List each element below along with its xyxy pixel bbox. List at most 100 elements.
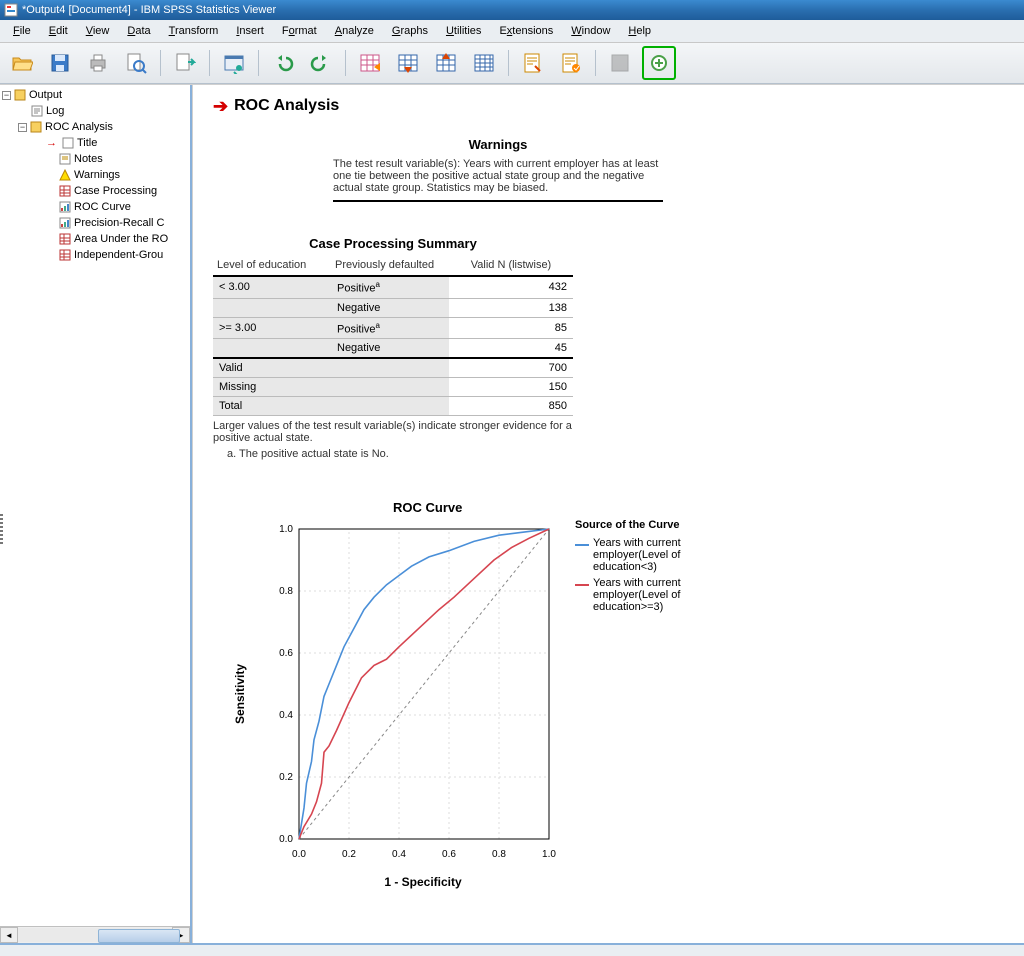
svg-text:0.8: 0.8 xyxy=(492,849,506,860)
variables-icon[interactable] xyxy=(468,47,500,79)
cps-sum-n: 700 xyxy=(449,358,573,378)
menu-analyze[interactable]: Analyze xyxy=(326,23,383,39)
tree-auc[interactable]: Area Under the RO xyxy=(2,231,190,247)
collapse-icon[interactable]: − xyxy=(18,123,27,132)
scroll-left-icon[interactable]: ◄ xyxy=(0,927,18,943)
cps-lvl: >= 3.00 xyxy=(213,317,331,339)
roc-ylabel: Sensitivity xyxy=(233,664,247,724)
run-script-icon[interactable] xyxy=(555,47,587,79)
table-row: Missing150 xyxy=(213,378,573,397)
tree-log[interactable]: Log xyxy=(2,103,190,119)
cps-col1: Level of education xyxy=(213,255,331,276)
window-title: *Output4 [Document4] - IBM SPSS Statisti… xyxy=(22,4,276,16)
splitter-handle[interactable] xyxy=(0,514,3,544)
save-icon[interactable] xyxy=(44,47,76,79)
menubar: File Edit View Data Transform Insert For… xyxy=(0,20,1024,43)
cps-sum-label: Valid xyxy=(213,358,331,378)
tree-roc[interactable]: − ROC Analysis xyxy=(2,119,190,135)
tree-item-label: Independent-Grou xyxy=(74,249,163,261)
svg-text:0.8: 0.8 xyxy=(279,586,293,597)
tree-item-label: Title xyxy=(77,137,97,149)
cps-state: Positivea xyxy=(331,276,449,298)
red-arrow-icon: → xyxy=(46,137,57,149)
legend-swatch xyxy=(575,544,589,546)
cps-table: Level of education Previously defaulted … xyxy=(213,255,573,416)
roc-legend: Source of the Curve Years with current e… xyxy=(575,519,715,869)
svg-text:0.6: 0.6 xyxy=(442,849,456,860)
svg-text:0.0: 0.0 xyxy=(279,834,293,845)
scroll-thumb[interactable] xyxy=(98,929,180,943)
collapse-icon[interactable]: − xyxy=(2,91,11,100)
table-row: < 3.00Positivea432 xyxy=(213,276,573,298)
cps-sum-label: Missing xyxy=(213,378,331,397)
create-new-icon[interactable] xyxy=(642,46,676,80)
menu-view[interactable]: View xyxy=(77,23,119,39)
tree-item-label: Area Under the RO xyxy=(74,233,168,245)
output-viewer[interactable]: ➔ ROC Analysis Warnings The test result … xyxy=(192,85,1024,943)
tree-item-label: Warnings xyxy=(74,169,120,181)
status-bar xyxy=(0,943,1024,956)
recall-dialog-icon[interactable] xyxy=(218,47,250,79)
notes-icon xyxy=(58,152,72,166)
cps-n: 432 xyxy=(449,276,573,298)
table-row: Valid 700 xyxy=(213,358,573,378)
print-preview-icon[interactable] xyxy=(120,47,152,79)
legend-label: Years with current employer(Level of edu… xyxy=(593,537,715,573)
roc-chart-block: ROC Curve Sensitivity 0.00.20.40.60.81.0… xyxy=(233,500,1004,889)
export-icon[interactable] xyxy=(169,47,201,79)
legend-item: Years with current employer(Level of edu… xyxy=(575,577,715,613)
title-icon xyxy=(61,136,75,150)
menu-edit[interactable]: Edit xyxy=(40,23,77,39)
select-last-output-icon[interactable] xyxy=(517,47,549,79)
menu-transform[interactable]: Transform xyxy=(160,23,228,39)
outline-hscrollbar[interactable]: ◄ ► xyxy=(0,926,190,943)
menu-utilities[interactable]: Utilities xyxy=(437,23,490,39)
goto-case-icon[interactable] xyxy=(392,47,424,79)
menu-insert[interactable]: Insert xyxy=(227,23,273,39)
warnings-body: The test result variable(s): Years with … xyxy=(333,158,663,202)
svg-text:0.4: 0.4 xyxy=(279,710,293,721)
designate-window-icon[interactable] xyxy=(604,47,636,79)
cps-state: Negative xyxy=(331,298,449,317)
tree-item-label: Precision-Recall C xyxy=(74,217,164,229)
goto-data-icon[interactable] xyxy=(354,47,386,79)
cps-footnote: Larger values of the test result variabl… xyxy=(213,420,573,444)
svg-text:0.2: 0.2 xyxy=(342,849,356,860)
tree-caseprocessing[interactable]: Case Processing xyxy=(2,183,190,199)
tree-title[interactable]: → Title xyxy=(2,135,190,151)
menu-data[interactable]: Data xyxy=(118,23,159,39)
undo-icon[interactable] xyxy=(267,47,299,79)
cps-lvl xyxy=(213,298,331,317)
print-icon[interactable] xyxy=(82,47,114,79)
tree-item-label: Notes xyxy=(74,153,103,165)
menu-extensions[interactable]: Extensions xyxy=(490,23,562,39)
menu-help[interactable]: Help xyxy=(619,23,660,39)
chart-icon xyxy=(58,200,72,214)
menu-format[interactable]: Format xyxy=(273,23,326,39)
goto-variable-icon[interactable] xyxy=(430,47,462,79)
cps-title: Case Processing Summary xyxy=(213,236,573,251)
table-icon xyxy=(58,248,72,262)
cps-n: 138 xyxy=(449,298,573,317)
tree-notes[interactable]: Notes xyxy=(2,151,190,167)
legend-label: Years with current employer(Level of edu… xyxy=(593,577,715,613)
cps-n: 85 xyxy=(449,317,573,339)
cps-sum-label: Total xyxy=(213,397,331,416)
menu-window[interactable]: Window xyxy=(562,23,619,39)
legend-title: Source of the Curve xyxy=(575,519,715,531)
legend-item: Years with current employer(Level of edu… xyxy=(575,537,715,573)
red-arrow-icon: ➔ xyxy=(213,97,228,115)
tree-root[interactable]: − Output xyxy=(2,87,190,103)
redo-icon[interactable] xyxy=(305,47,337,79)
tree-warnings[interactable]: Warnings xyxy=(2,167,190,183)
menu-graphs[interactable]: Graphs xyxy=(383,23,437,39)
tree-roccurve[interactable]: ROC Curve xyxy=(2,199,190,215)
open-icon[interactable] xyxy=(6,47,38,79)
workspace: − Output Log − ROC Analysis → Title Note… xyxy=(0,84,1024,943)
tree-indgroups[interactable]: Independent-Grou xyxy=(2,247,190,263)
menu-file[interactable]: File xyxy=(4,23,40,39)
tree-precrecall[interactable]: Precision-Recall C xyxy=(2,215,190,231)
toolbar xyxy=(0,43,1024,84)
scroll-track[interactable] xyxy=(18,928,172,942)
cps-lvl xyxy=(213,339,331,359)
